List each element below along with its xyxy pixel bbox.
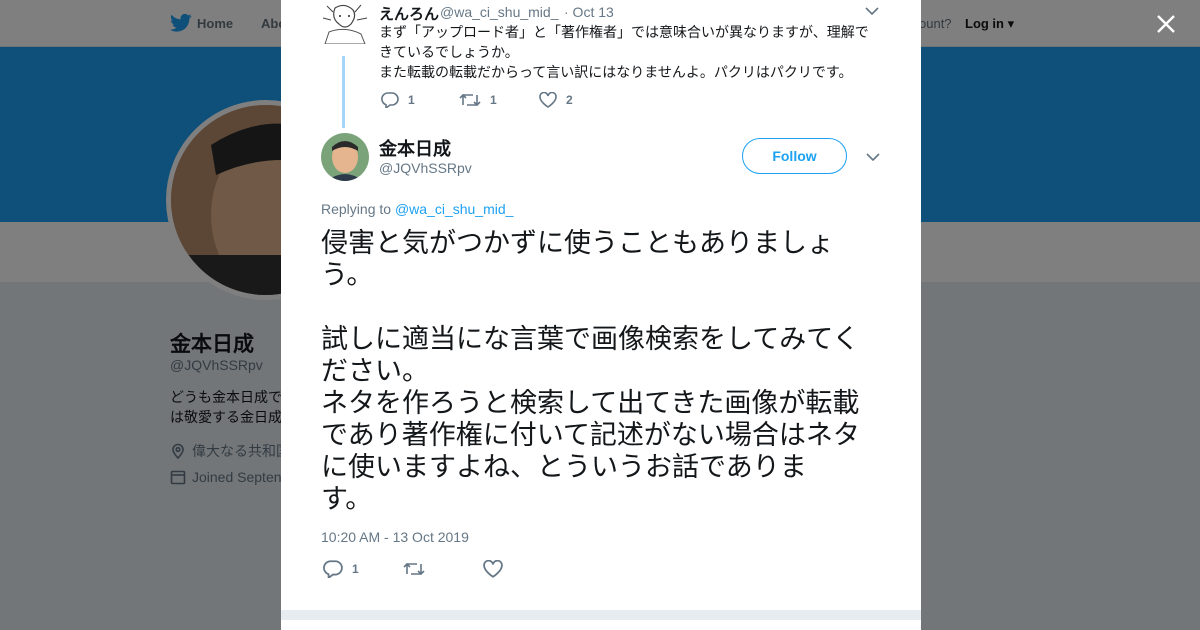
retweet-count: 1 [490,93,497,107]
retweet-button[interactable]: 1 [459,92,539,108]
chevron-down-icon[interactable] [865,6,879,16]
parent-author-name[interactable]: えんろん [379,3,439,24]
replying-prefix: Replying to [321,201,395,217]
like-button[interactable] [483,560,543,578]
text-line: 侵害と気がつかずに使うこともありましょ [321,228,834,258]
text-line: また転載の転載だからって言い訳にはなりませんよ。パクリはパクリです。 [379,64,853,80]
like-icon [483,560,503,578]
parent-avatar[interactable] [321,2,369,44]
parent-tweet-date[interactable]: · Oct 13 [564,4,614,20]
text-line: に使いますよね、とういうお話でありま [321,452,807,482]
replying-handle-link[interactable]: @wa_ci_shu_mid_ [395,201,514,217]
like-icon [539,92,557,108]
main-author-name[interactable]: 金本日成 [379,135,451,161]
parent-author-handle[interactable]: @wa_ci_shu_mid_ [440,4,559,20]
text-line: であり著作権に付いて記述がない場合はネタ [321,420,860,450]
like-button[interactable]: 2 [539,92,599,108]
reply-icon [381,92,399,108]
main-author-handle[interactable]: @JQVhSSRpv [379,160,472,176]
retweet-icon [459,93,481,107]
main-author-avatar[interactable] [321,133,369,181]
text-line: まず「アップロード者」と「著作権者」では意味合いが異なりますが、理解で [379,24,869,40]
next-section-start [281,620,921,630]
parent-tweet-actions: 1 1 2 [381,92,599,108]
main-tweet-text: 侵害と気がつかずに使うこともありましょ う。 試しに適当にな言葉で画像検索をして… [321,227,886,515]
follow-button[interactable]: Follow [742,138,847,174]
text-line: う。 [321,260,374,290]
tweet-timestamp[interactable]: 10:20 AM - 13 Oct 2019 [321,529,469,545]
reply-count: 1 [352,562,359,576]
close-icon[interactable] [1153,11,1179,37]
reply-button[interactable]: 1 [323,560,403,578]
retweet-button[interactable] [403,561,483,577]
retweet-icon [403,562,425,576]
like-count: 2 [566,93,573,107]
text-line: ださい。 [321,356,429,386]
reply-button[interactable]: 1 [381,92,459,108]
tweet-permalink-modal: えんろん @wa_ci_shu_mid_ · Oct 13 まず「アップロード者… [281,0,921,630]
parent-tweet-text: まず「アップロード者」と「著作権者」では意味合いが異なりますが、理解で きている… [379,22,874,82]
thread-connector [342,56,345,128]
reply-icon [323,560,343,578]
reply-count: 1 [408,93,415,107]
main-tweet-actions: 1 [323,560,543,578]
text-line: きているでしょうか。 [379,44,519,60]
text-line: ネタを作ろうと検索して出てきた画像が転載 [321,388,860,418]
chevron-down-icon[interactable] [866,152,880,162]
text-line: 試しに適当にな言葉で画像検索をしてみてく [321,324,860,354]
replying-to: Replying to @wa_ci_shu_mid_ [321,201,513,217]
text-line: す。 [321,484,373,514]
